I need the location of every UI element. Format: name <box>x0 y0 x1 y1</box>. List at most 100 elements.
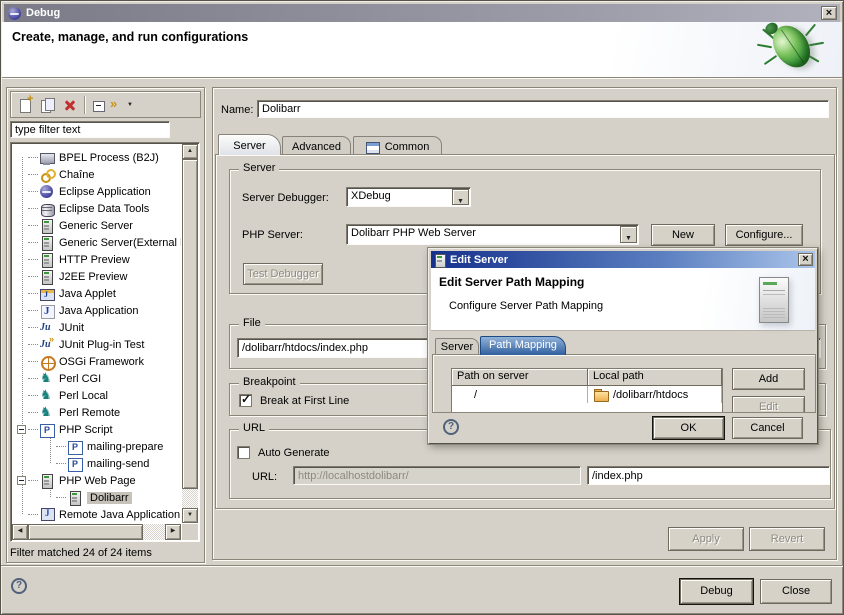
footer-separator <box>1 565 844 567</box>
scroll-up-icon[interactable]: ▲ <box>182 144 198 159</box>
tree-item-eclipse-application[interactable]: Eclipse Application <box>12 183 181 200</box>
tree-connector <box>56 446 66 447</box>
tree-item-java-applet[interactable]: Java Applet <box>12 285 181 302</box>
tree-item-label: JUnit Plug-in Test <box>59 339 144 351</box>
php-server-select[interactable]: Dolibarr PHP Web Server <box>346 224 639 245</box>
tree-item-label: J2EE Preview <box>59 271 127 283</box>
dropdown-arrow-icon[interactable] <box>127 102 133 108</box>
tree-connector <box>28 361 38 362</box>
tree-item-label: Generic Server(External La <box>59 237 181 249</box>
tree-item-php-script[interactable]: PHP Script <box>12 421 181 438</box>
delete-launch-configuration-button[interactable] <box>59 95 81 115</box>
auto-generate-checkbox[interactable] <box>237 446 250 459</box>
tree-item-eclipse-data-tools[interactable]: Eclipse Data Tools <box>12 200 181 217</box>
tree-item-dolibarr[interactable]: Dolibarr <box>12 489 181 506</box>
server-icon <box>433 253 446 267</box>
path-mapping-table[interactable]: Path on serverLocal path //dolibarr/htdo… <box>451 368 723 413</box>
cancel-button[interactable]: Cancel <box>732 417 803 439</box>
tab-label: Server <box>233 140 265 152</box>
tree-item-generic-server[interactable]: Generic Server <box>12 217 181 234</box>
close-button[interactable]: Close <box>760 579 832 604</box>
tree-item-mailing-send[interactable]: mailing-send <box>12 455 181 472</box>
tab-common[interactable]: Common <box>353 136 442 155</box>
filter-launch-configurations-button[interactable] <box>110 95 132 115</box>
tree-item-php-web-page[interactable]: PHP Web Page <box>12 472 181 489</box>
tree-item-generic-server-external-la[interactable]: Generic Server(External La <box>12 234 181 251</box>
help-icon[interactable]: ? <box>11 578 27 594</box>
configuration-tree: BPEL Process (B2J)ChaîneEclipse Applicat… <box>10 142 200 542</box>
tree-item-perl-cgi[interactable]: Perl CGI <box>12 370 181 387</box>
close-dialog-icon[interactable]: × <box>798 253 813 266</box>
duplicate-launch-configuration-button[interactable] <box>37 95 59 115</box>
name-input[interactable] <box>257 100 829 118</box>
tree-connector <box>28 259 38 260</box>
dialog-help-icon[interactable]: ? <box>443 419 459 435</box>
new-server-button[interactable]: New <box>651 224 715 246</box>
tree-expander-icon[interactable] <box>17 425 26 434</box>
tree-item-mailing-prepare[interactable]: mailing-prepare <box>12 438 181 455</box>
server-icon <box>39 269 55 285</box>
tree-item-junit-plug-in-test[interactable]: JUnit Plug-in Test <box>12 336 181 353</box>
collapse-all-button[interactable] <box>88 95 110 115</box>
php-icon <box>67 439 83 455</box>
tree-connector <box>28 514 38 515</box>
window-titlebar[interactable]: Debug × <box>4 4 840 22</box>
tab-advanced[interactable]: Advanced <box>282 136 351 155</box>
debug-button[interactable]: Debug <box>680 579 753 604</box>
chevron-down-icon[interactable] <box>620 226 637 243</box>
mapping-column-header[interactable]: Path on server <box>452 369 588 386</box>
apply-button: Apply <box>668 527 744 551</box>
tab-server[interactable]: Server <box>435 338 479 355</box>
tree-item-label: Eclipse Data Tools <box>59 203 149 215</box>
name-label: Name: <box>221 104 253 116</box>
chevron-down-icon[interactable] <box>452 189 469 205</box>
tab-server[interactable]: Server <box>218 134 281 155</box>
tree-connector <box>28 293 38 294</box>
horizontal-scroll-thumb[interactable] <box>28 524 143 540</box>
mapping-table-header: Path on serverLocal path <box>452 369 722 386</box>
new-launch-configuration-button[interactable] <box>15 95 37 115</box>
tree-item-remote-java-application[interactable]: Remote Java Application <box>12 506 181 523</box>
tree-connector <box>28 480 38 481</box>
filter-launch-configurations-icon <box>109 97 125 113</box>
close-window-icon[interactable]: × <box>821 6 837 20</box>
tree-vertical-scrollbar[interactable]: ▲ ▼ <box>182 144 198 523</box>
tree-item-java-application[interactable]: Java Application <box>12 302 181 319</box>
tree-item-perl-local[interactable]: Perl Local <box>12 387 181 404</box>
tree-connector <box>56 497 66 498</box>
add-mapping-button[interactable]: Add <box>732 368 805 390</box>
tree-expander-icon[interactable] <box>17 476 26 485</box>
tree-connector <box>28 395 38 396</box>
configure-server-button[interactable]: Configure... <box>725 224 803 246</box>
page-title: Create, manage, and run configurations <box>12 30 248 44</box>
scroll-down-icon[interactable]: ▼ <box>182 508 198 523</box>
tree-horizontal-scrollbar[interactable]: ◀ ▶ <box>12 524 181 540</box>
scroll-right-icon[interactable]: ▶ <box>165 524 181 540</box>
tree-item-perl-remote[interactable]: Perl Remote <box>12 404 181 421</box>
file-group-label: File <box>239 317 265 329</box>
break-first-line-checkbox[interactable] <box>239 394 252 407</box>
eclipse-icon <box>39 184 55 200</box>
editor-tabs: Server AdvancedCommon <box>213 134 836 155</box>
tree-item-osgi-framework[interactable]: OSGi Framework <box>12 353 181 370</box>
mapping-column-header[interactable]: Local path <box>588 369 722 386</box>
vertical-scroll-thumb[interactable] <box>182 159 198 489</box>
tree-item-junit[interactable]: JUnit <box>12 319 181 336</box>
edit-server-titlebar[interactable]: Edit Server × <box>431 251 815 268</box>
tree-item-cha-ne[interactable]: Chaîne <box>12 166 181 183</box>
server-debugger-label: Server Debugger: <box>242 192 329 204</box>
tree-item-label: JUnit <box>59 322 84 334</box>
tree-item-bpel-process-b2j[interactable]: BPEL Process (B2J) <box>12 149 181 166</box>
junit-plugin-icon <box>39 337 55 353</box>
tree-item-j2ee-preview[interactable]: J2EE Preview <box>12 268 181 285</box>
tree-item-http-preview[interactable]: HTTP Preview <box>12 251 181 268</box>
mapping-row[interactable]: //dolibarr/htdocs <box>452 386 722 403</box>
url-path-input[interactable] <box>587 466 830 485</box>
scroll-left-icon[interactable]: ◀ <box>12 524 28 540</box>
tab-path-mapping[interactable]: Path Mapping <box>480 336 566 355</box>
server-debugger-select[interactable]: XDebug <box>346 187 471 207</box>
ok-button[interactable]: OK <box>653 417 724 439</box>
tree-item-label: PHP Web Page <box>59 475 136 487</box>
perl-icon <box>39 405 55 421</box>
filter-input[interactable] <box>10 121 170 138</box>
